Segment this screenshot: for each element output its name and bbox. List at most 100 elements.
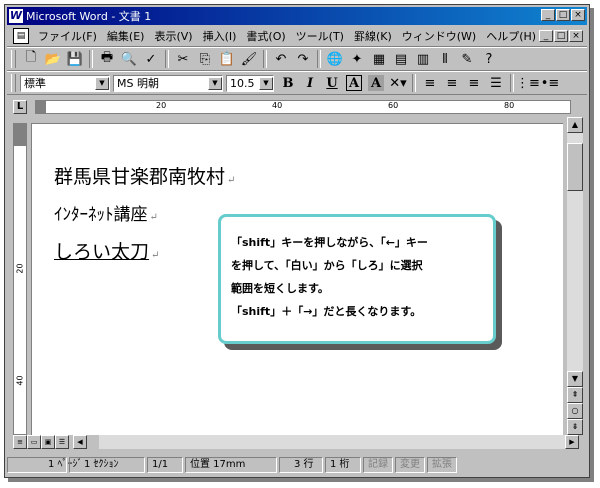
format-painter-icon[interactable]: 🖌 bbox=[238, 49, 260, 69]
formatting-toolbar: 標準 ▼ MS 明朝 ▼ 10.5 ▼ B I U A A ✕▾ ≡ ≡ ≡ ☰… bbox=[7, 71, 587, 95]
italic-button[interactable]: I bbox=[299, 73, 321, 93]
menu-window[interactable]: ウィンドウ(W) bbox=[397, 28, 481, 44]
tab-selector[interactable]: L bbox=[13, 100, 27, 114]
doc-line-1[interactable]: 群馬県甘楽郡南牧村 ↵ bbox=[54, 162, 235, 189]
next-page-icon[interactable]: ⇟ bbox=[567, 419, 583, 435]
menu-insert[interactable]: 挿入(I) bbox=[198, 28, 242, 44]
menu-format[interactable]: 書式(O) bbox=[241, 28, 290, 44]
status-section: 1 ｾｸｼｮﾝ bbox=[69, 457, 145, 473]
menu-view[interactable]: 表示(V) bbox=[149, 28, 197, 44]
vertical-ruler[interactable]: 20 40 bbox=[13, 123, 27, 435]
undo-icon[interactable]: ↶ bbox=[270, 49, 292, 69]
toolbar-grip[interactable] bbox=[11, 74, 16, 92]
status-trk[interactable]: 変更 bbox=[395, 457, 425, 473]
scroll-down-icon[interactable]: ▼ bbox=[567, 371, 583, 387]
align-right-icon[interactable]: ≡ bbox=[463, 73, 485, 93]
ruler-strip[interactable]: 20 40 60 80 bbox=[35, 100, 571, 114]
callout-line: 「shift」キーを押しながら、「←」キー bbox=[231, 236, 428, 249]
table-icon[interactable]: ▦ bbox=[368, 49, 390, 69]
font-size-select[interactable]: 10.5 ▼ bbox=[226, 74, 274, 92]
vruler-mark: 20 bbox=[15, 263, 25, 274]
columns-icon[interactable]: ⫴ bbox=[434, 49, 456, 69]
status-bar: 1 ﾍﾟｰｼﾞ 1 ｾｸｼｮﾝ 1/1 位置 17mm 3 行 1 桁 記録 変… bbox=[7, 455, 587, 475]
insert-table-icon[interactable]: ▤ bbox=[390, 49, 412, 69]
menu-bar: ▤ ファイル(F) 編集(E) 表示(V) 挿入(I) 書式(O) ツール(T)… bbox=[7, 26, 587, 47]
style-select[interactable]: 標準 ▼ bbox=[20, 74, 110, 92]
hyperlink-icon[interactable]: 🌐 bbox=[324, 49, 346, 69]
print-icon[interactable]: 🖶 bbox=[96, 49, 118, 69]
scroll-left-icon[interactable]: ◀ bbox=[73, 435, 87, 449]
help-icon[interactable]: ? bbox=[478, 49, 500, 69]
title-bar: W Microsoft Word - 文書 1 _ □ × bbox=[7, 7, 587, 25]
distribute-icon[interactable]: ☰ bbox=[485, 73, 507, 93]
align-justify-icon[interactable]: ≡ bbox=[419, 73, 441, 93]
paragraph-mark: ↵ bbox=[227, 175, 236, 186]
new-icon[interactable]: 🗋 bbox=[20, 49, 42, 69]
status-rec[interactable]: 記録 bbox=[363, 457, 393, 473]
open-icon[interactable]: 📂 bbox=[42, 49, 64, 69]
phonetic-icon[interactable]: ✕▾ bbox=[387, 73, 409, 93]
document-icon[interactable]: ▤ bbox=[13, 28, 29, 44]
h-scroll-track[interactable] bbox=[99, 435, 565, 449]
normal-view-icon[interactable]: ≡ bbox=[13, 435, 27, 449]
print-preview-icon[interactable]: 🔍 bbox=[118, 49, 140, 69]
web-toolbar-icon[interactable]: ✦ bbox=[346, 49, 368, 69]
redo-icon[interactable]: ↷ bbox=[292, 49, 314, 69]
font-select[interactable]: MS 明朝 ▼ bbox=[113, 74, 223, 92]
toolbar-grip[interactable] bbox=[11, 50, 16, 68]
menu-table[interactable]: 罫線(K) bbox=[349, 28, 397, 44]
word-app-icon[interactable]: W bbox=[9, 9, 23, 23]
bullets-icon[interactable]: •≡ bbox=[539, 73, 561, 93]
drawing-icon[interactable]: ✎ bbox=[456, 49, 478, 69]
cut-icon[interactable]: ✂ bbox=[172, 49, 194, 69]
selected-text[interactable]: しろい bbox=[54, 241, 111, 263]
spelling-icon[interactable]: ✓ bbox=[140, 49, 162, 69]
scroll-thumb[interactable] bbox=[567, 143, 583, 191]
style-value: 標準 bbox=[24, 77, 46, 90]
save-icon[interactable]: 💾 bbox=[64, 49, 86, 69]
ruler-mark: 60 bbox=[388, 101, 399, 110]
bold-button[interactable]: B bbox=[277, 73, 299, 93]
menu-file[interactable]: ファイル(F) bbox=[33, 28, 102, 44]
align-center-icon[interactable]: ≡ bbox=[441, 73, 463, 93]
close-button[interactable]: × bbox=[571, 9, 585, 21]
menu-help[interactable]: ヘルプ(H) bbox=[481, 28, 541, 44]
maximize-button[interactable]: □ bbox=[556, 9, 570, 21]
status-column: 1 桁 bbox=[325, 457, 361, 473]
numbering-icon[interactable]: ⋮≡ bbox=[516, 73, 540, 93]
window-title: Microsoft Word - 文書 1 bbox=[26, 10, 152, 23]
paste-icon[interactable]: 📋 bbox=[216, 49, 238, 69]
horizontal-scrollbar[interactable]: ≡ ▭ ▣ ☰ ◀ ▶ bbox=[13, 435, 583, 451]
doc-maximize-button[interactable]: □ bbox=[554, 30, 568, 42]
status-ext[interactable]: 拡張 bbox=[427, 457, 457, 473]
underline-button[interactable]: U bbox=[321, 73, 343, 93]
ruler-mark: 20 bbox=[156, 101, 167, 110]
menu-tools[interactable]: ツール(T) bbox=[291, 28, 349, 44]
scroll-right-icon[interactable]: ▶ bbox=[565, 435, 579, 449]
chevron-down-icon[interactable]: ▼ bbox=[259, 76, 273, 90]
char-shading-button[interactable]: A bbox=[368, 75, 384, 91]
char-border-button[interactable]: A bbox=[346, 75, 362, 91]
callout-line: 「shift」＋「→」だと長くなります。 bbox=[231, 305, 422, 318]
font-size-value: 10.5 bbox=[230, 76, 255, 90]
instruction-callout: 「shift」キーを押しながら、「←」キー を押して、「白い」から「しろ」に選択… bbox=[218, 214, 496, 344]
excel-icon[interactable]: ▥ bbox=[412, 49, 434, 69]
doc-minimize-button[interactable]: _ bbox=[539, 30, 553, 42]
prev-page-icon[interactable]: ⇞ bbox=[567, 387, 583, 403]
ruler-mark: 80 bbox=[504, 101, 515, 110]
scroll-up-icon[interactable]: ▲ bbox=[567, 117, 583, 133]
doc-line-3[interactable]: しろい太刀 ↵ bbox=[54, 237, 159, 264]
callout-line: を押して、「白い」から「しろ」に選択 bbox=[231, 259, 423, 272]
menu-edit[interactable]: 編集(E) bbox=[102, 28, 150, 44]
chevron-down-icon[interactable]: ▼ bbox=[208, 76, 222, 90]
web-layout-icon[interactable]: ▭ bbox=[27, 435, 41, 449]
doc-close-button[interactable]: × bbox=[569, 30, 583, 42]
print-layout-icon[interactable]: ▣ bbox=[41, 435, 55, 449]
browse-object-icon[interactable]: ○ bbox=[567, 403, 583, 419]
doc-line-2[interactable]: ｲﾝﾀｰﾈｯﾄ講座 ↵ bbox=[54, 200, 158, 225]
minimize-button[interactable]: _ bbox=[541, 9, 555, 21]
copy-icon[interactable]: ⎘ bbox=[194, 49, 216, 69]
outline-view-icon[interactable]: ☰ bbox=[55, 435, 69, 449]
vertical-scrollbar[interactable]: ▲ ▼ ⇞ ○ ⇟ bbox=[567, 117, 583, 435]
chevron-down-icon[interactable]: ▼ bbox=[95, 76, 109, 90]
